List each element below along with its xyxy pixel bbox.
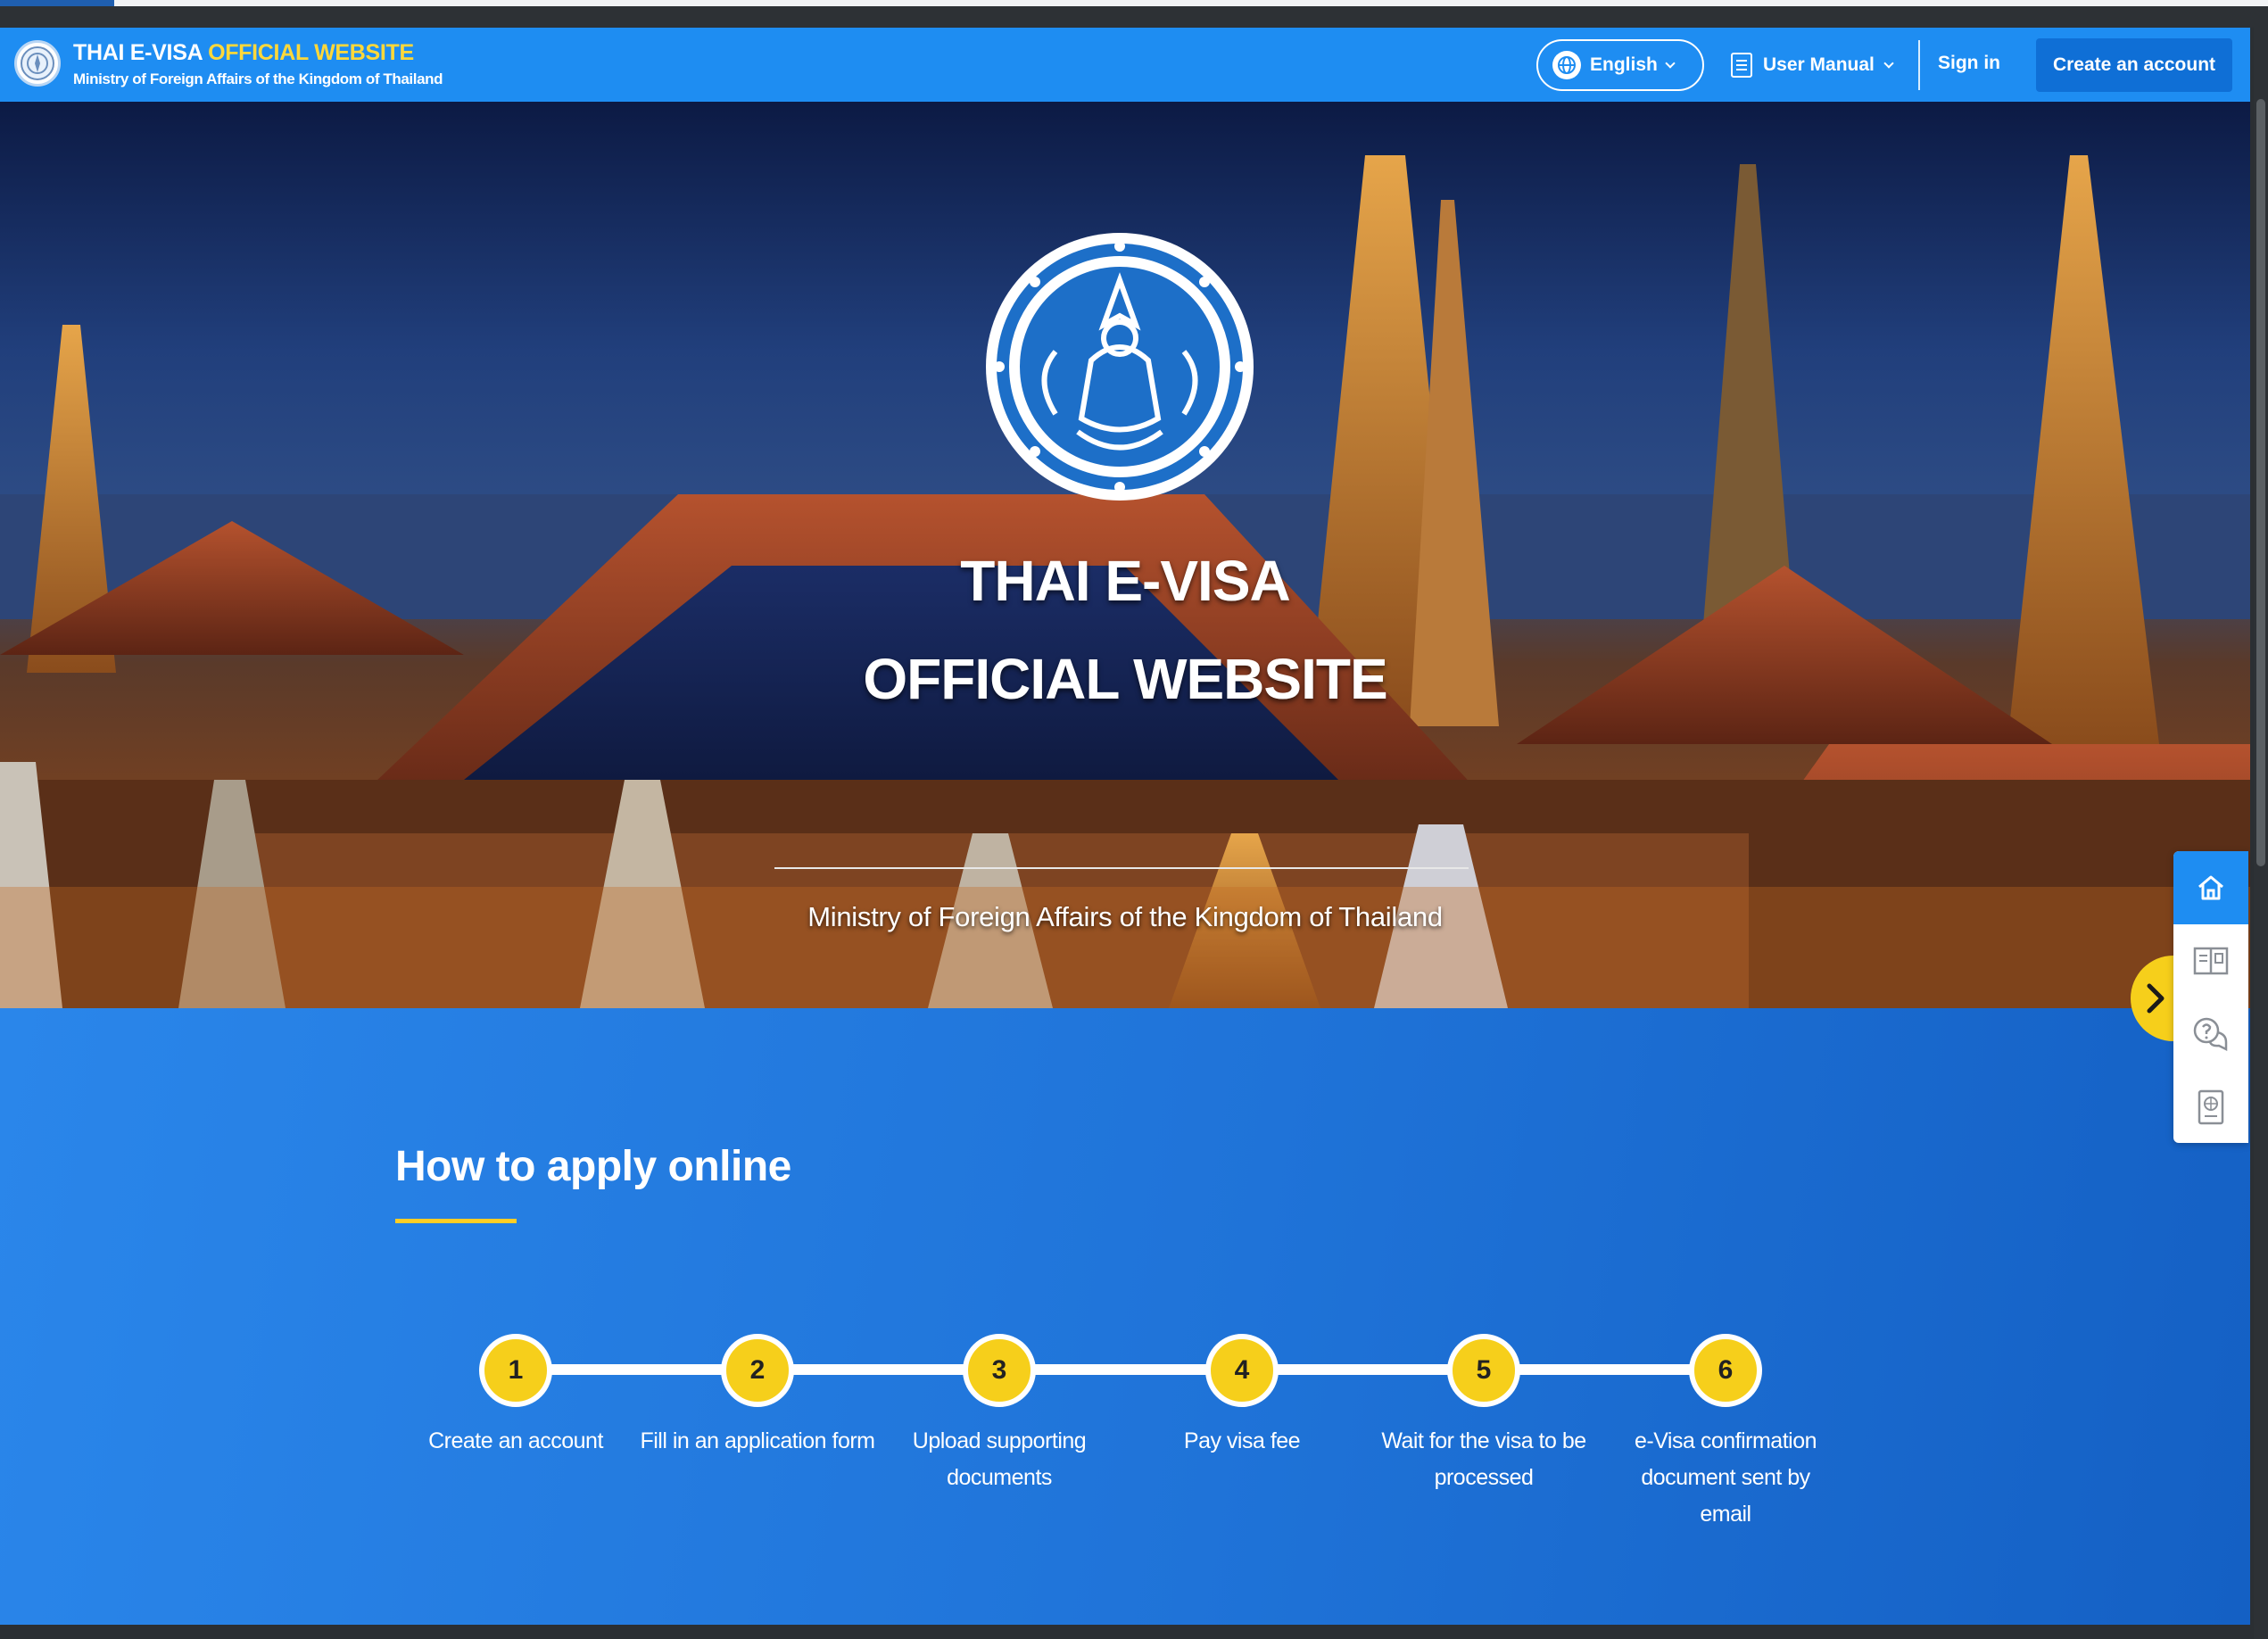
site-header: THAI E-VISA OFFICIAL WEBSITE Ministry of…: [0, 28, 2250, 102]
step-number-4: 4: [1205, 1334, 1279, 1407]
ministry-emblem-icon: [986, 233, 1254, 501]
step-label-3: Upload supporting documents: [912, 1428, 1087, 1490]
step-number-1: 1: [479, 1334, 552, 1407]
quick-links-toolbar: [2173, 851, 2248, 1143]
sign-in-link[interactable]: Sign in: [1938, 53, 2000, 74]
vertical-scrollbar[interactable]: [2254, 28, 2268, 1639]
site-title-accent: OFFICIAL WEBSITE: [208, 40, 414, 65]
home-button[interactable]: [2173, 851, 2248, 924]
user-manual-menu[interactable]: User Manual: [1731, 46, 1894, 85]
active-tab-indicator: [0, 0, 114, 6]
home-icon: [2198, 875, 2223, 900]
hero-banner: THAI E-VISA OFFICIAL WEBSITE Ministry of…: [0, 102, 2250, 1008]
step-label-1: Create an account: [428, 1428, 603, 1453]
hero-subtitle: Ministry of Foreign Affairs of the Kingd…: [807, 901, 1443, 932]
hero-title-line1: THAI E-VISA: [960, 549, 1290, 613]
hero-divider: [774, 867, 1469, 869]
manual-document-icon: [1731, 53, 1752, 78]
mfa-logo-icon[interactable]: [14, 40, 61, 87]
how-to-apply-title: How to apply online: [395, 1143, 791, 1190]
browser-top-bar: [0, 0, 2268, 28]
site-title-main: THAI E-VISA: [73, 40, 203, 65]
site-title[interactable]: THAI E-VISA OFFICIAL WEBSITE: [73, 40, 414, 66]
language-label: English: [1590, 54, 1658, 75]
faq-button[interactable]: [2173, 997, 2248, 1071]
title-underline: [395, 1219, 517, 1223]
chevron-down-icon: [1665, 58, 1676, 69]
chevron-right-icon: [2147, 983, 2165, 1014]
step-number-3: 3: [963, 1334, 1036, 1407]
user-manual-label: User Manual: [1763, 54, 1875, 75]
page: THAI E-VISA OFFICIAL WEBSITE Ministry of…: [0, 28, 2250, 1625]
scrollbar-thumb[interactable]: [2256, 99, 2265, 866]
visa-document-icon: [2193, 947, 2229, 975]
browser-tab-strip: [114, 0, 2268, 6]
site-subtitle: Ministry of Foreign Affairs of the Kingd…: [73, 70, 443, 87]
step-number-2: 2: [721, 1334, 794, 1407]
step-number-5: 5: [1447, 1334, 1520, 1407]
faq-icon: [2193, 1017, 2228, 1052]
header-divider: [1918, 40, 1920, 90]
step-label-2: Fill in an application form: [640, 1428, 875, 1453]
language-selector[interactable]: English: [1536, 39, 1704, 91]
visa-info-button[interactable]: [2173, 924, 2248, 997]
hero-title-line2: OFFICIAL WEBSITE: [863, 647, 1387, 711]
globe-icon: [1552, 51, 1581, 79]
steps-connector-line: [516, 1364, 1726, 1375]
step-label-6: e-Visa confirmation document sent by ema…: [1634, 1428, 1817, 1527]
passport-icon: [2198, 1089, 2224, 1125]
chevron-down-icon: [1883, 58, 1894, 69]
passport-button[interactable]: [2173, 1071, 2248, 1144]
create-account-button[interactable]: Create an account: [2036, 38, 2232, 92]
how-to-apply-section: How to apply online 1 2 3 4 5 6 Create a…: [0, 1008, 2250, 1625]
step-label-5: Wait for the visa to be processed: [1381, 1428, 1586, 1490]
step-label-4: Pay visa fee: [1183, 1428, 1301, 1453]
step-number-6: 6: [1689, 1334, 1762, 1407]
